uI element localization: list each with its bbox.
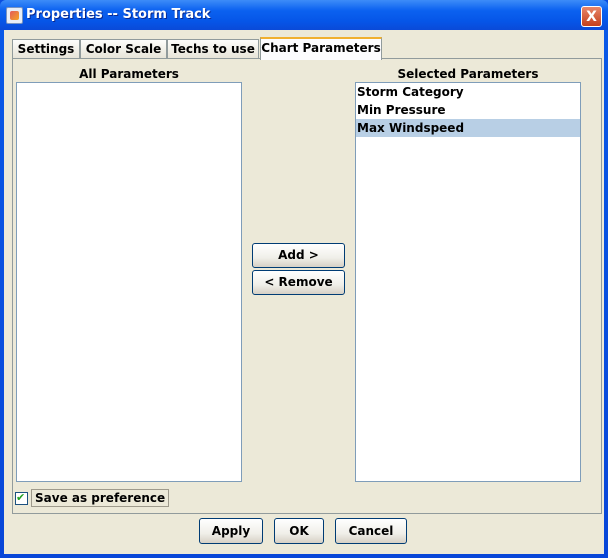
add-button[interactable]: Add >: [252, 243, 345, 268]
list-item[interactable]: Storm Category: [356, 83, 580, 101]
cancel-button[interactable]: Cancel: [335, 518, 407, 544]
selected-parameters-list[interactable]: Storm Category Min Pressure Max Windspee…: [355, 82, 581, 482]
window-title: Properties -- Storm Track: [26, 7, 211, 22]
list-item[interactable]: Max Windspeed: [356, 119, 580, 137]
save-as-preference-label[interactable]: Save as preference: [31, 489, 170, 507]
close-button[interactable]: X: [581, 6, 602, 27]
dialog-body: Settings Color Scale Techs to use Chart …: [4, 30, 604, 554]
app-icon: [6, 7, 23, 24]
remove-button[interactable]: < Remove: [252, 270, 345, 295]
all-parameters-label: All Parameters: [79, 67, 179, 81]
properties-window: Properties -- Storm Track X Settings Col…: [0, 0, 608, 558]
selected-parameters-label: Selected Parameters: [397, 67, 539, 81]
tab-settings[interactable]: Settings: [12, 39, 80, 59]
list-item[interactable]: Min Pressure: [356, 101, 580, 119]
apply-button[interactable]: Apply: [199, 518, 263, 544]
tab-chart-parameters[interactable]: Chart Parameters: [260, 37, 382, 60]
tab-color-scale[interactable]: Color Scale: [80, 39, 167, 59]
all-parameters-list[interactable]: [16, 82, 242, 482]
chart-parameters-panel: All Parameters Selected Parameters Storm…: [12, 58, 602, 514]
title-bar[interactable]: Properties -- Storm Track X: [0, 0, 608, 30]
save-as-preference-checkbox[interactable]: [15, 491, 28, 505]
ok-button[interactable]: OK: [274, 518, 324, 544]
tab-techs-to-use[interactable]: Techs to use: [167, 39, 259, 59]
